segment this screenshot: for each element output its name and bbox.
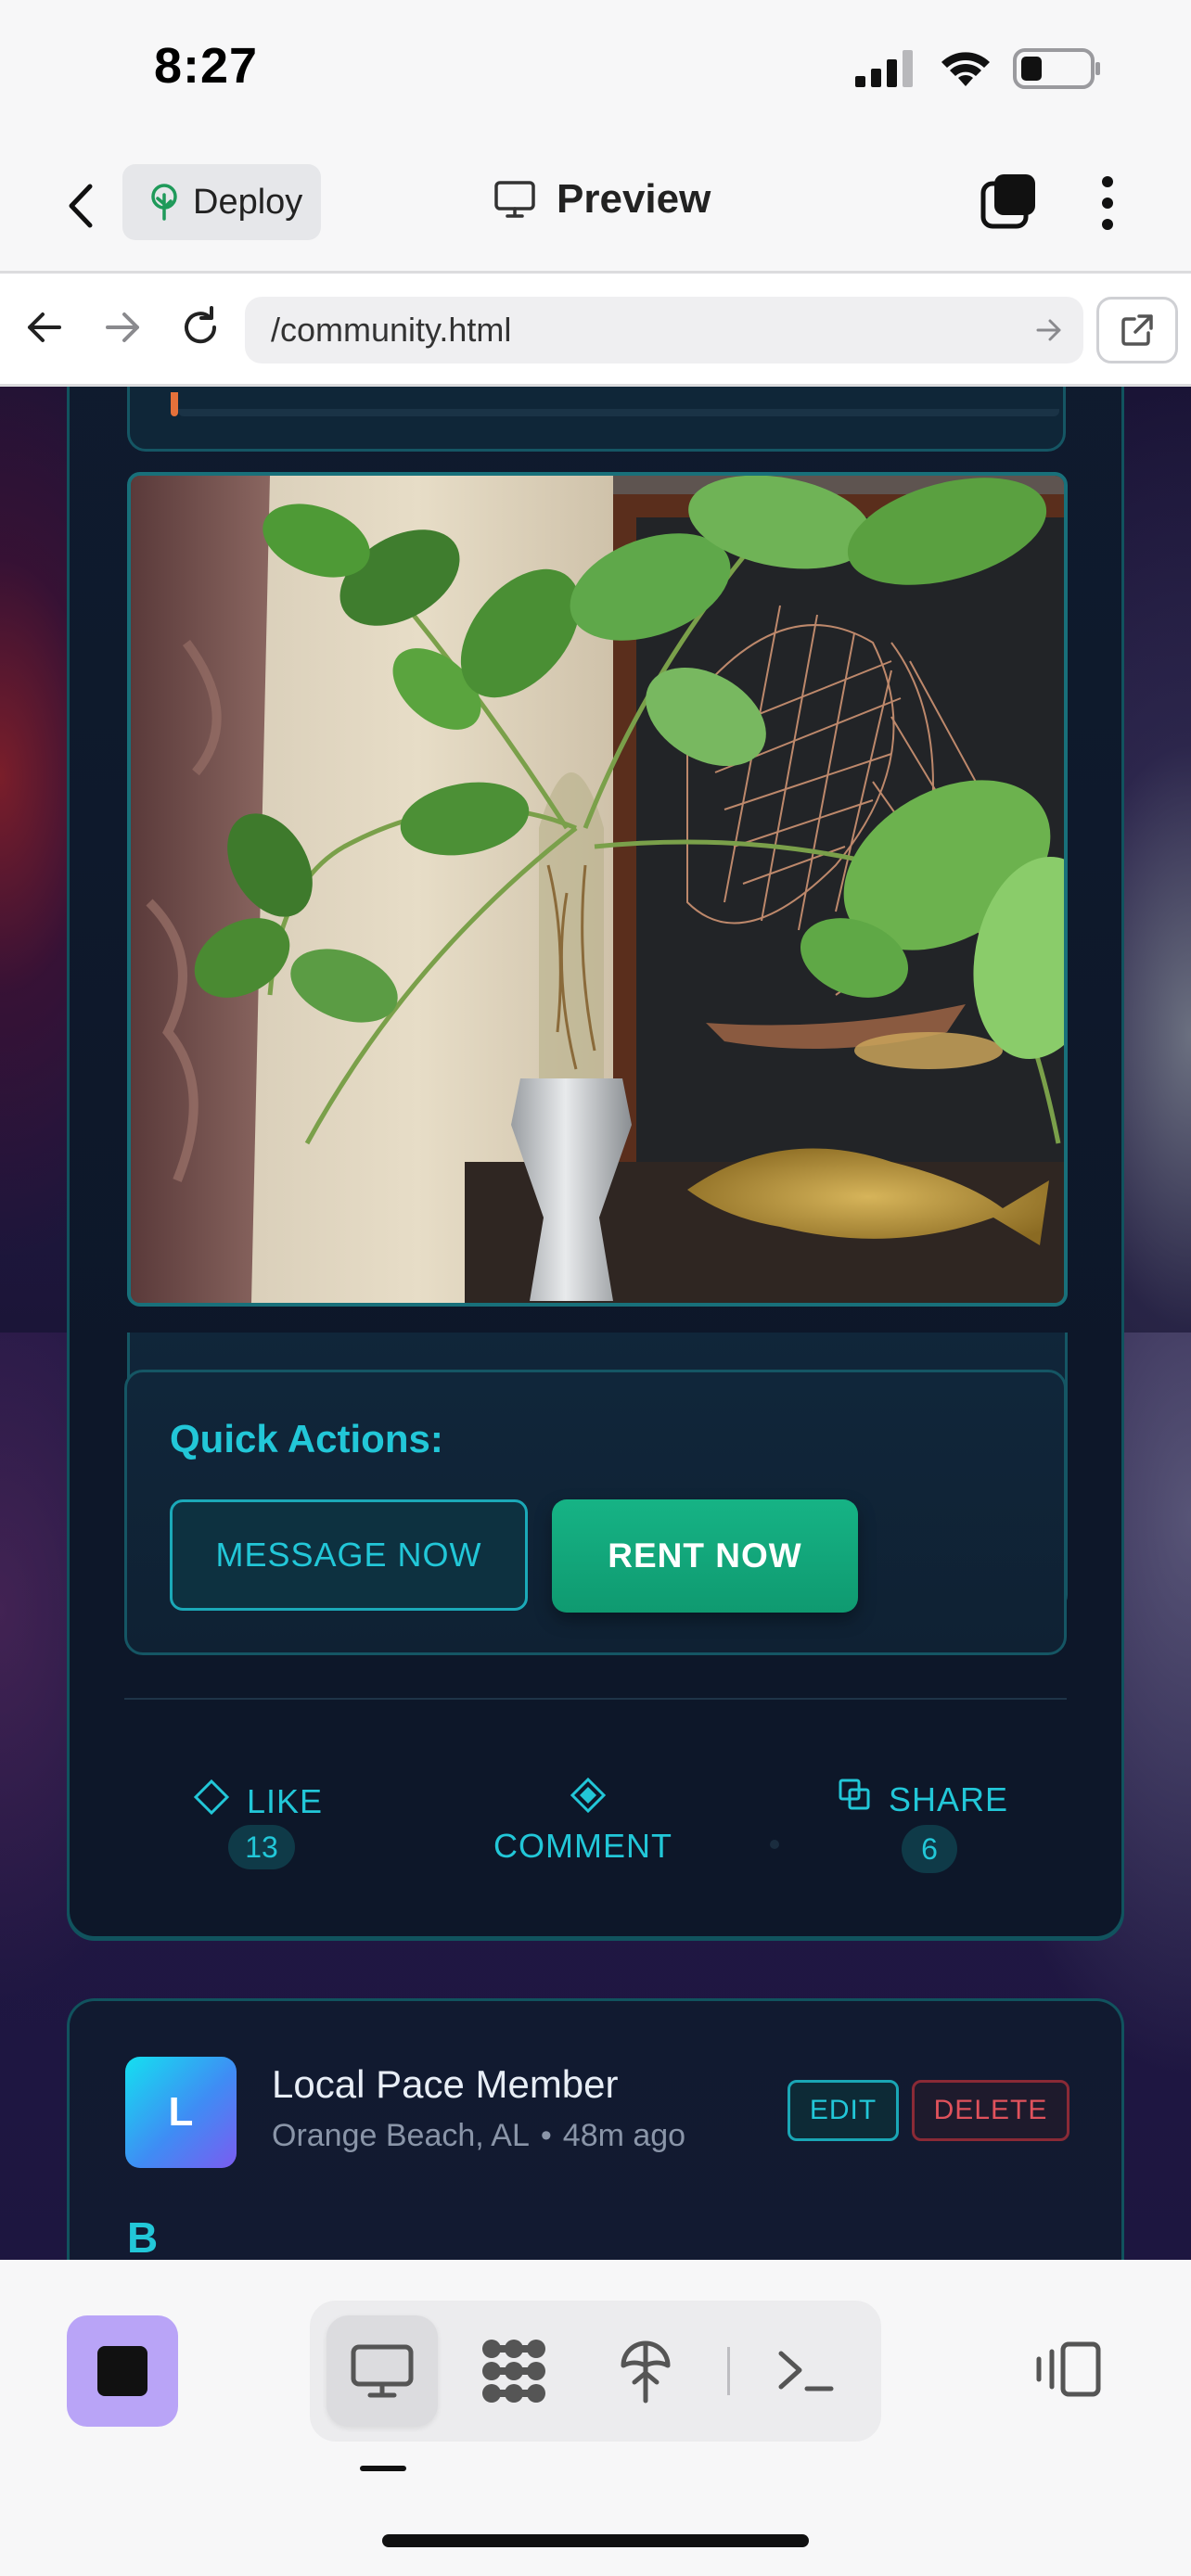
chevron-left-icon (69, 184, 93, 228)
deploy-tree-icon (621, 2340, 671, 2404)
edit-button[interactable]: EDIT (788, 2080, 899, 2141)
active-tab-indicator (360, 2466, 406, 2471)
like-count-badge: 13 (228, 1825, 295, 1869)
tabs-icon (980, 174, 1035, 229)
terminal-tab[interactable] (749, 2315, 861, 2427)
open-external-button[interactable] (1096, 297, 1178, 363)
share-count-badge: 6 (902, 1825, 957, 1873)
deploy-tab[interactable] (590, 2315, 701, 2427)
arrow-right-icon (106, 312, 139, 342)
tabs-button[interactable] (980, 172, 1039, 232)
home-indicator[interactable] (382, 2534, 809, 2547)
comment-button[interactable]: COMMENT (488, 1771, 692, 1873)
rent-now-button[interactable]: RENT NOW (552, 1499, 858, 1613)
comment-label: COMMENT (493, 1827, 672, 1865)
switcher-divider (727, 2347, 730, 2395)
vertical-dots-icon (1102, 176, 1113, 187)
desktop-tab[interactable] (327, 2315, 438, 2427)
post-time: 48m ago (562, 2118, 686, 2153)
post-card (67, 387, 1124, 1333)
post-location: Orange Beach, AL (272, 2118, 530, 2153)
url-field[interactable]: /community.html (245, 297, 1083, 363)
post-photo[interactable] (127, 472, 1068, 1307)
engagement-row: LIKE 13 COMMENT SHARE 6 (124, 1762, 1067, 1882)
preview-title: Preview (493, 176, 711, 223)
deploy-label: Deploy (193, 182, 303, 222)
quick-actions-label: Quick Actions: (170, 1417, 443, 1460)
browser-forward-button[interactable] (96, 301, 148, 353)
post-meta: Orange Beach, AL • 48m ago (272, 2118, 685, 2154)
stop-square-icon (97, 2346, 147, 2396)
share-button[interactable]: SHARE 6 (839, 1771, 1024, 1873)
split-view-icon (1036, 2341, 1101, 2397)
blocks-icon (482, 2340, 545, 2403)
back-button[interactable] (58, 176, 102, 236)
avatar[interactable]: L (125, 2057, 237, 2168)
diamond-outline-icon (193, 1779, 230, 1816)
like-button[interactable]: LIKE 13 (193, 1771, 341, 1873)
bottom-dock (0, 2260, 1191, 2576)
url-go-button[interactable] (1035, 313, 1063, 352)
post-strip-accent (171, 392, 178, 416)
meta-separator: • (540, 2118, 552, 2153)
reload-icon (185, 306, 217, 344)
web-viewport (0, 387, 1191, 1333)
deploy-button[interactable]: Deploy (122, 164, 321, 240)
status-bar: 8:27 (0, 0, 1191, 139)
blocks-tab[interactable] (458, 2315, 570, 2427)
arrow-right-small-icon (1036, 319, 1061, 341)
engagement-dot (770, 1840, 779, 1849)
author-name[interactable]: Local Pace Member (272, 2062, 619, 2107)
deploy-tree-icon (151, 184, 177, 221)
reload-button[interactable] (174, 301, 226, 353)
stop-button[interactable] (67, 2315, 178, 2427)
browser-back-button[interactable] (19, 301, 70, 353)
delete-button[interactable]: DELETE (912, 2080, 1069, 2141)
cellular-signal-icon (855, 50, 913, 87)
post-strip (127, 387, 1066, 452)
monitor-icon (494, 181, 535, 218)
split-view-button[interactable] (1031, 2332, 1106, 2406)
next-post-card: L Local Pace Member Orange Beach, AL • 4… (67, 1998, 1124, 2276)
battery-icon (1013, 48, 1100, 89)
message-now-button[interactable]: MESSAGE NOW (170, 1499, 528, 1611)
dot (1102, 198, 1113, 209)
share-label: SHARE (889, 1780, 1009, 1818)
status-icons (855, 48, 1102, 89)
external-link-icon (1121, 314, 1153, 346)
share-squares-icon (839, 1779, 870, 1810)
app-bar: Deploy Preview (0, 139, 1191, 274)
diamond-filled-icon (570, 1777, 607, 1814)
url-text: /community.html (271, 311, 512, 349)
more-options-button[interactable] (1091, 171, 1124, 236)
desktop-icon (351, 2344, 414, 2398)
quick-actions: Quick Actions: MESSAGE NOW RENT NOW (124, 1370, 1067, 1655)
wifi-icon (941, 52, 990, 86)
arrow-left-icon (28, 312, 61, 342)
terminal-icon (778, 2351, 834, 2391)
dot (1102, 219, 1113, 230)
like-label: LIKE (247, 1782, 324, 1820)
page-title: Preview (557, 176, 711, 222)
mode-switcher (310, 2301, 881, 2442)
post-strip-bar (178, 409, 1059, 416)
plant-photo-image (131, 476, 1064, 1303)
browser-bar: /community.html (0, 274, 1191, 387)
post-divider (124, 1698, 1067, 1700)
status-time: 8:27 (154, 38, 259, 94)
post-body-start: B (127, 2213, 159, 2262)
